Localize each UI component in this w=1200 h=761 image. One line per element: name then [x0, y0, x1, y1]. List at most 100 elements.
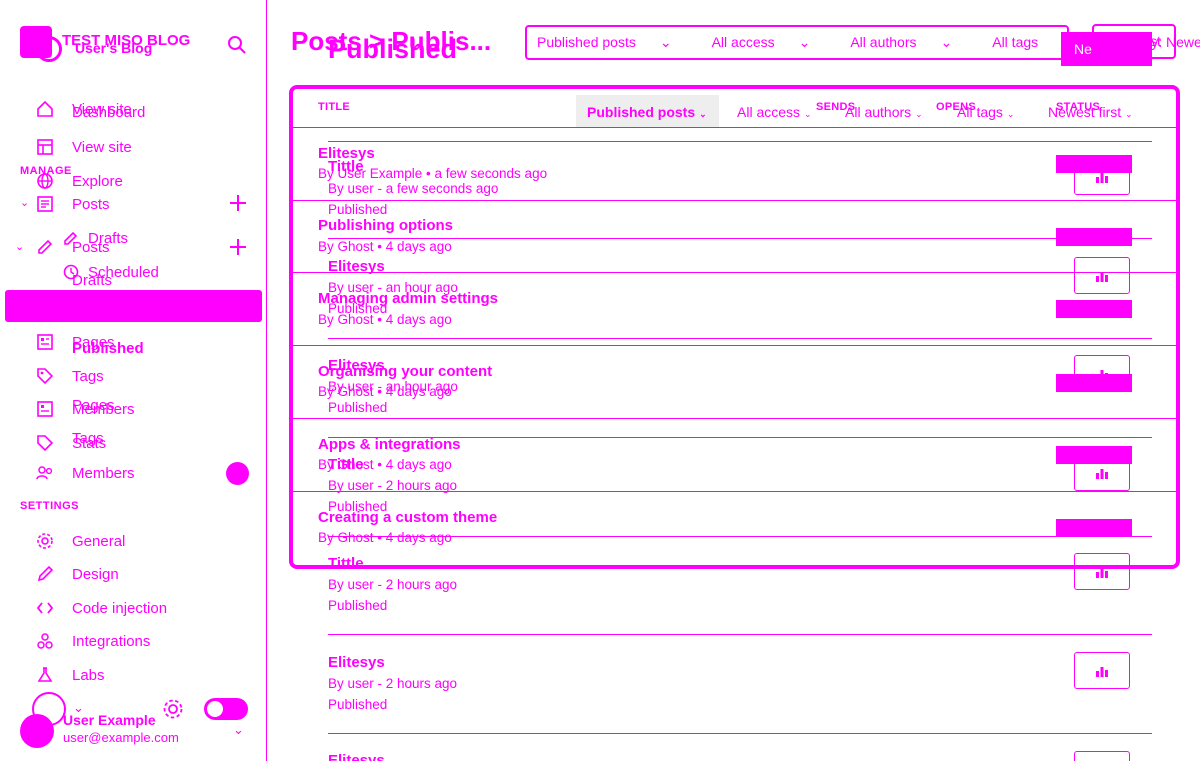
gear-icon — [36, 532, 54, 550]
chevron-down-icon[interactable]: ⌄ — [20, 196, 29, 209]
row-divider — [293, 200, 1176, 201]
post-title[interactable]: Organising your content — [318, 363, 492, 380]
settings-gear-icon[interactable] — [162, 698, 184, 720]
members-icon — [36, 464, 54, 482]
post-title[interactable]: Creating a custom theme — [318, 509, 497, 526]
nav-general[interactable]: General — [36, 529, 125, 553]
bg-row-title[interactable]: Elitesys — [328, 752, 385, 761]
post-meta: By User Example • a few seconds ago — [318, 166, 548, 181]
post-title[interactable]: Apps & integrations — [318, 436, 461, 453]
column-title: TITLE — [318, 101, 351, 113]
post-meta: By Ghost • 4 days ago — [318, 530, 452, 545]
chevron-down-icon[interactable]: ⌄ — [233, 722, 244, 738]
nav-posts[interactable]: Posts — [36, 192, 110, 216]
nav-integrations-label: Integrations — [72, 632, 151, 650]
row-divider — [293, 272, 1176, 273]
chevron-down-icon: ⌄ — [1006, 109, 1015, 119]
bg-row-status: Published — [328, 598, 388, 613]
nav-tags[interactable]: Tags — [36, 364, 104, 388]
post-title[interactable]: Publishing options — [318, 217, 453, 234]
search-icon[interactable] — [226, 34, 248, 56]
nav-dashboard-label[interactable]: Dashboard — [72, 104, 145, 121]
posts-icon — [36, 195, 54, 213]
nav-labs-label: Labs — [72, 666, 105, 684]
row-divider — [293, 345, 1176, 346]
menu-filter-access-label: All access — [737, 104, 801, 120]
bg-row-title[interactable]: Elitesys — [328, 654, 385, 671]
filter-authors[interactable]: All authors ⌄ — [850, 34, 972, 51]
nav-drafts-label[interactable]: Drafts — [88, 230, 128, 247]
nav-scheduled-label[interactable]: Scheduled — [88, 264, 159, 281]
menu-filter-type-label: Published posts — [587, 104, 696, 120]
row-divider — [293, 418, 1176, 419]
filter-bar: Published posts ⌄ All access ⌄ All authors… — [525, 25, 1200, 60]
menu-filter-sort[interactable]: Newest first ⌄ — [1048, 104, 1133, 120]
brush-icon — [36, 565, 54, 583]
menu-filter-tags-label: All tags — [957, 104, 1003, 120]
menu-filter-type[interactable]: Published posts ⌄ — [587, 104, 707, 120]
nav-labs[interactable]: Labs — [36, 663, 105, 687]
bg-row-divider — [328, 536, 1152, 537]
post-title[interactable]: Managing admin settings — [318, 290, 498, 307]
chevron-down-icon: ⌄ — [915, 109, 923, 119]
flask-icon — [36, 666, 54, 684]
nav-code-injection[interactable]: Code injection — [36, 596, 167, 620]
nav-explore-label: Explore — [72, 172, 123, 190]
integrations-icon — [36, 632, 54, 650]
page-title: Published — [328, 34, 458, 64]
post-title[interactable]: Elitesys — [318, 145, 375, 162]
posts-list-panel — [289, 85, 1180, 569]
bg-row-divider — [328, 338, 1152, 339]
chevron-down-icon: ⌄ — [699, 109, 707, 119]
bar-chart-icon — [1096, 666, 1108, 677]
edit-icon — [36, 238, 54, 256]
bg-row-meta: By user - 2 hours ago — [328, 577, 458, 592]
filter-access[interactable]: All access ⌄ — [712, 34, 831, 51]
nav-code-injection-label: Code injection — [72, 599, 168, 617]
chevron-down-icon[interactable]: ⌄ — [15, 240, 24, 253]
avatar-fill[interactable] — [20, 714, 54, 748]
user-name: User Example — [63, 712, 156, 728]
chevron-down-icon: ⌄ — [798, 34, 811, 50]
menu-filter-authors[interactable]: All authors ⌄ — [845, 104, 923, 120]
clock-icon — [63, 264, 79, 280]
add-post-icon[interactable] — [228, 193, 248, 213]
code-icon — [36, 599, 54, 617]
filter-tags-label: All tags — [992, 34, 1039, 50]
post-meta: By Ghost • 4 days ago — [318, 384, 452, 399]
add-post-icon-2[interactable] — [229, 238, 247, 256]
nav-members-2[interactable]: Members — [36, 461, 135, 485]
drafts-icon — [63, 230, 79, 246]
nav-integrations[interactable]: Integrations — [36, 629, 150, 653]
manage-section-label: MANAGE — [20, 165, 72, 177]
nav-tags-label: Tags — [72, 367, 104, 385]
members-dot — [226, 462, 249, 485]
stats-button[interactable] — [1074, 652, 1130, 689]
layout-icon — [36, 138, 54, 156]
stats-button[interactable] — [1074, 751, 1130, 761]
bg-row-divider — [328, 634, 1152, 635]
theme-toggle[interactable] — [204, 698, 248, 720]
post-meta: By Ghost • 4 days ago — [318, 239, 452, 254]
nav-view-site-2-label: View site — [72, 138, 132, 156]
status-badge — [1056, 300, 1132, 318]
pages-icon-2 — [36, 400, 54, 418]
nav-published-active[interactable] — [5, 290, 262, 322]
row-divider — [293, 491, 1176, 492]
header-divider — [293, 127, 1176, 128]
new-post-label: Ne — [1074, 41, 1092, 57]
tag-icon — [36, 367, 54, 385]
menu-filter-tags[interactable]: All tags ⌄ — [957, 104, 1014, 120]
nav-tags-label-2[interactable]: Tags — [72, 430, 104, 447]
nav-design-label: Design — [72, 565, 119, 583]
nav-published-label[interactable]: Published — [72, 340, 144, 357]
nav-posts-label: Posts — [72, 195, 110, 213]
nav-pages-label-2[interactable]: Pages — [72, 397, 115, 414]
nav-view-site-2[interactable]: View site — [36, 135, 132, 159]
chevron-down-icon: ⌄ — [1125, 109, 1133, 119]
filter-type[interactable]: Published posts ⌄ — [537, 34, 692, 51]
tag-icon-2 — [36, 434, 54, 452]
blog-logo-ring — [36, 36, 62, 62]
menu-filter-access[interactable]: All access ⌄ — [737, 104, 812, 120]
nav-design[interactable]: Design — [36, 562, 119, 586]
